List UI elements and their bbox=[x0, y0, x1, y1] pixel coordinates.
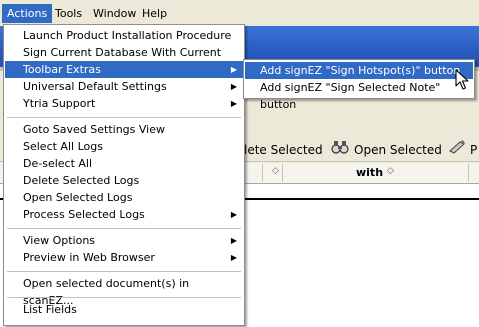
submenu-arrow-icon: ▶ bbox=[230, 99, 237, 108]
toolbar-extras-submenu: Add signEZ "Sign Hotspot(s)" button Add … bbox=[243, 59, 475, 111]
menu-item-delete-selected-logs[interactable]: Delete Selected Logs bbox=[5, 172, 243, 189]
menu-separator bbox=[7, 297, 241, 298]
menu-item-toolbar-extras[interactable]: Toolbar Extras ▶ bbox=[5, 61, 243, 78]
menu-item-open-in-scanez[interactable]: Open selected document(s) in scanEZ... bbox=[5, 275, 243, 307]
sort-icon[interactable]: ◇ bbox=[387, 166, 394, 176]
menu-item-universal-defaults[interactable]: Universal Default Settings ▶ bbox=[5, 78, 243, 95]
menu-item-select-all-logs[interactable]: Select All Logs bbox=[5, 138, 243, 155]
menu-item-view-options[interactable]: View Options ▶ bbox=[5, 232, 243, 249]
process-icon[interactable] bbox=[448, 139, 466, 158]
menu-item-launch-install[interactable]: Launch Product Installation Procedure bbox=[5, 27, 243, 44]
menu-item-preview-web[interactable]: Preview in Web Browser ▶ bbox=[5, 249, 243, 266]
menu-item-sign-database[interactable]: Sign Current Database With Current User bbox=[5, 44, 243, 76]
submenu-arrow-icon: ▶ bbox=[230, 253, 237, 262]
column-separator bbox=[282, 164, 283, 182]
menu-item-ytria-support[interactable]: Ytria Support ▶ bbox=[5, 95, 243, 112]
menu-help[interactable]: Help bbox=[137, 4, 172, 23]
menu-item-open-selected-logs[interactable]: Open Selected Logs bbox=[5, 189, 243, 206]
column-header-with[interactable]: with bbox=[356, 166, 383, 179]
column-separator bbox=[468, 164, 469, 182]
menu-item-process-selected-logs[interactable]: Process Selected Logs ▶ bbox=[5, 206, 243, 223]
toolbar-partial-label[interactable]: P bbox=[470, 143, 477, 157]
column-separator bbox=[262, 164, 263, 182]
submenu-item-sign-hotspots[interactable]: Add signEZ "Sign Hotspot(s)" button bbox=[245, 62, 473, 79]
menu-actions[interactable]: Actions bbox=[2, 4, 53, 23]
menu-item-deselect-all[interactable]: De-select All bbox=[5, 155, 243, 172]
binoculars-icon[interactable] bbox=[331, 139, 349, 158]
open-selected-button[interactable]: Open Selected bbox=[354, 143, 442, 157]
menu-item-goto-saved-settings[interactable]: Goto Saved Settings View bbox=[5, 121, 243, 138]
menu-item-list-fields[interactable]: List Fields bbox=[5, 301, 243, 318]
mouse-cursor-icon bbox=[455, 69, 469, 94]
menu-tools[interactable]: Tools bbox=[50, 4, 87, 23]
menu-window[interactable]: Window bbox=[88, 4, 141, 23]
delete-selected-button[interactable]: lete Selected bbox=[244, 143, 323, 157]
menu-separator bbox=[7, 271, 241, 272]
menubar: Actions Tools Window Help bbox=[0, 0, 479, 27]
sort-icon[interactable]: ◇ bbox=[272, 166, 279, 176]
menu-separator bbox=[7, 117, 241, 118]
submenu-arrow-icon: ▶ bbox=[230, 82, 237, 91]
submenu-arrow-icon: ▶ bbox=[230, 236, 237, 245]
menu-separator bbox=[7, 228, 241, 229]
actions-menu: Launch Product Installation Procedure Si… bbox=[3, 24, 245, 326]
submenu-arrow-icon: ▶ bbox=[230, 210, 237, 219]
submenu-arrow-icon: ▶ bbox=[230, 65, 237, 74]
submenu-item-sign-selected-note[interactable]: Add signEZ "Sign Selected Note" button bbox=[245, 79, 473, 111]
